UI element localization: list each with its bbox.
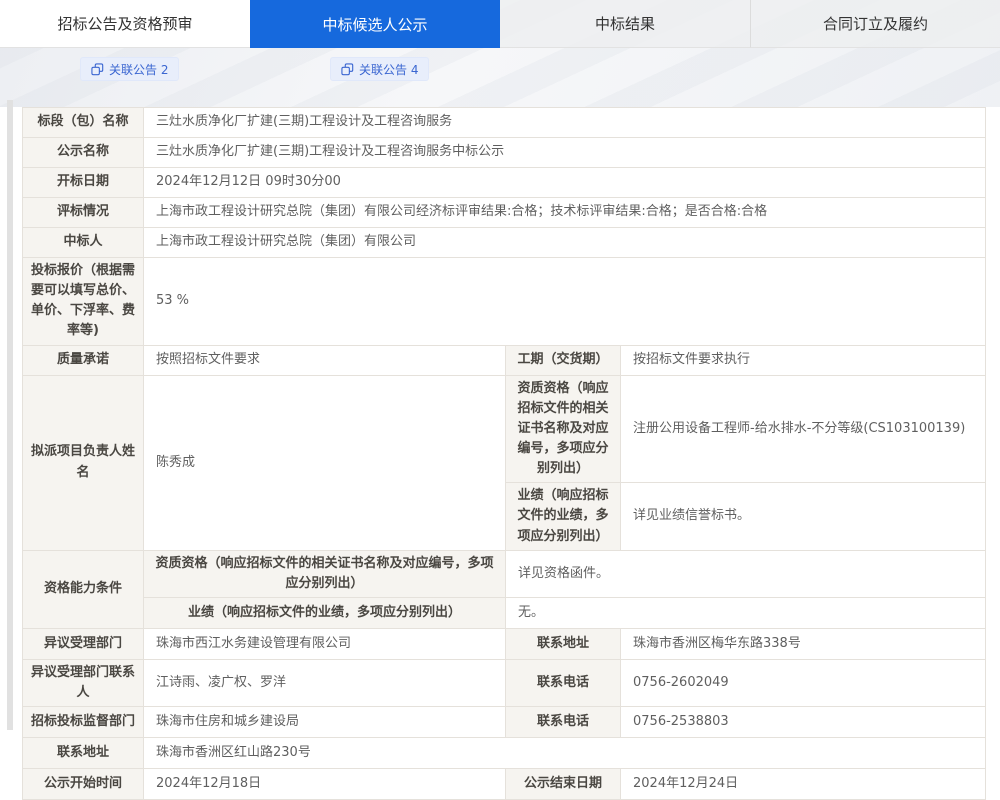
row-capability: 资格能力条件 资质资格（响应招标文件的相关证书名称及对应编号，多项应分别列出） … (23, 550, 986, 597)
contact-phone2-label: 联系电话 (506, 707, 621, 738)
tab-contract[interactable]: 合同订立及履约 (750, 0, 1000, 48)
contact-phone1-label: 联系电话 (506, 659, 621, 706)
contact-address1-label: 联系地址 (506, 628, 621, 659)
row-project-leader: 拟派项目负责人姓名 陈秀成 资质资格（响应招标文件的相关证书名称及对应编号，多项… (23, 375, 986, 483)
section-name-value: 三灶水质净化厂扩建(三期)工程设计及工程咨询服务 (144, 108, 986, 138)
stage-tabbar: 招标公告及资格预审 中标候选人公示 中标结果 合同订立及履约 (0, 0, 1000, 48)
row-quality-duration: 质量承诺 按照招标文件要求 工期（交货期） 按招标文件要求执行 (23, 345, 986, 375)
row-publicity-dates: 公示开始时间 2024年12月18日 公示结束日期 2024年12月24日 (23, 769, 986, 800)
tab-tender-announcement[interactable]: 招标公告及资格预审 (0, 0, 250, 48)
winner-label: 中标人 (23, 228, 144, 258)
publicity-end-label: 公示结束日期 (506, 769, 621, 800)
related-announcement-button-2[interactable]: 关联公告 4 (330, 57, 429, 81)
bid-price-value: 53 % (144, 258, 986, 346)
leader-qualification-label: 资质资格（响应招标文件的相关证书名称及对应编号，多项应分别列出） (506, 375, 621, 483)
bid-opening-date-label: 开标日期 (23, 168, 144, 198)
row-section-name: 标段（包）名称 三灶水质净化厂扩建(三期)工程设计及工程咨询服务 (23, 108, 986, 138)
row-contact-address2: 联系地址 珠海市香洲区红山路230号 (23, 738, 986, 769)
row-announcement-name: 公示名称 三灶水质净化厂扩建(三期)工程设计及工程咨询服务中标公示 (23, 138, 986, 168)
duration-label: 工期（交货期） (506, 345, 621, 375)
section-name-label: 标段（包）名称 (23, 108, 144, 138)
contact-address1-value: 珠海市香洲区梅华东路338号 (621, 628, 986, 659)
row-objection-dept: 异议受理部门 珠海市西江水务建设管理有限公司 联系地址 珠海市香洲区梅华东路33… (23, 628, 986, 659)
capability-qualification-label: 资质资格（响应招标文件的相关证书名称及对应编号，多项应分别列出） (144, 550, 506, 597)
row-supervision-dept: 招标投标监督部门 珠海市住房和城乡建设局 联系电话 0756-2538803 (23, 707, 986, 738)
project-leader-label: 拟派项目负责人姓名 (23, 375, 144, 550)
publicity-end-value: 2024年12月24日 (621, 769, 986, 800)
bid-info-table: 标段（包）名称 三灶水质净化厂扩建(三期)工程设计及工程咨询服务 公示名称 三灶… (22, 107, 986, 800)
publicity-start-label: 公示开始时间 (23, 769, 144, 800)
row-capability-performance: 业绩（响应招标文件的业绩，多项应分别列出） 无。 (23, 597, 986, 628)
row-winner: 中标人 上海市政工程设计研究总院（集团）有限公司 (23, 228, 986, 258)
announcement-name-value: 三灶水质净化厂扩建(三期)工程设计及工程咨询服务中标公示 (144, 138, 986, 168)
capability-qualification-value: 详见资格函件。 (506, 550, 986, 597)
leader-qualification-value: 注册公用设备工程师-给水排水-不分等级(CS103100139) (621, 375, 986, 483)
contact-address2-label: 联系地址 (23, 738, 144, 769)
row-bid-price: 投标报价（根据需要可以填写总价、单价、下浮率、费率等) 53 % (23, 258, 986, 346)
publicity-start-value: 2024年12月18日 (144, 769, 506, 800)
supervision-dept-value: 珠海市住房和城乡建设局 (144, 707, 506, 738)
objection-dept-label: 异议受理部门 (23, 628, 144, 659)
objection-contact-value: 江诗雨、凌广权、罗洋 (144, 659, 506, 706)
bid-opening-date-value: 2024年12月12日 09时30分00 (144, 168, 986, 198)
quality-commitment-value: 按照招标文件要求 (144, 345, 506, 375)
project-leader-value: 陈秀成 (144, 375, 506, 550)
link-icon (341, 63, 354, 76)
contact-phone1-value: 0756-2602049 (621, 659, 986, 706)
capability-label: 资格能力条件 (23, 550, 144, 628)
leader-performance-value: 详见业绩信誉标书。 (621, 483, 986, 550)
link-icon (91, 63, 104, 76)
left-divider-strip (7, 100, 13, 730)
objection-dept-value: 珠海市西江水务建设管理有限公司 (144, 628, 506, 659)
tab-bid-result[interactable]: 中标结果 (500, 0, 750, 48)
duration-value: 按招标文件要求执行 (621, 345, 986, 375)
bid-price-label: 投标报价（根据需要可以填写总价、单价、下浮率、费率等) (23, 258, 144, 346)
row-objection-contact: 异议受理部门联系人 江诗雨、凌广权、罗洋 联系电话 0756-2602049 (23, 659, 986, 706)
related-button-label: 关联公告 4 (359, 61, 418, 78)
announcement-name-label: 公示名称 (23, 138, 144, 168)
objection-contact-label: 异议受理部门联系人 (23, 659, 144, 706)
row-evaluation: 评标情况 上海市政工程设计研究总院（集团）有限公司经济标评审结果:合格；技术标评… (23, 198, 986, 228)
related-button-label: 关联公告 2 (109, 61, 168, 78)
capability-performance-value: 无。 (506, 597, 986, 628)
evaluation-label: 评标情况 (23, 198, 144, 228)
supervision-dept-label: 招标投标监督部门 (23, 707, 144, 738)
tab-winning-candidates[interactable]: 中标候选人公示 (250, 0, 500, 48)
quality-commitment-label: 质量承诺 (23, 345, 144, 375)
contact-phone2-value: 0756-2538803 (621, 707, 986, 738)
winner-value: 上海市政工程设计研究总院（集团）有限公司 (144, 228, 986, 258)
evaluation-value: 上海市政工程设计研究总院（集团）有限公司经济标评审结果:合格；技术标评审结果:合… (144, 198, 986, 228)
leader-performance-label: 业绩（响应招标文件的业绩，多项应分别列出） (506, 483, 621, 550)
row-bid-opening-date: 开标日期 2024年12月12日 09时30分00 (23, 168, 986, 198)
contact-address2-value: 珠海市香洲区红山路230号 (144, 738, 986, 769)
capability-performance-label: 业绩（响应招标文件的业绩，多项应分别列出） (144, 597, 506, 628)
related-announcement-button-1[interactable]: 关联公告 2 (80, 57, 179, 81)
